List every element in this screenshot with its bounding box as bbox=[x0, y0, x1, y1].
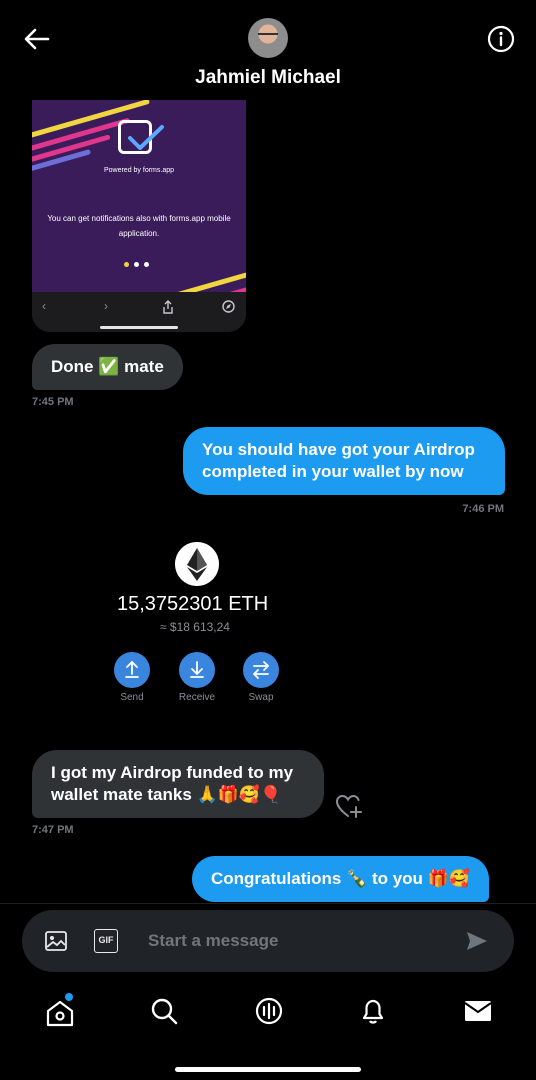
swap-arrows-icon bbox=[252, 661, 270, 679]
fiat-value: ≈ $18 613,24 bbox=[160, 620, 230, 634]
home-indicator bbox=[175, 1067, 361, 1072]
communities-icon[interactable] bbox=[254, 996, 284, 1026]
share-icon bbox=[163, 300, 173, 314]
message-bubble-incoming[interactable]: I got my Airdrop funded to my wallet mat… bbox=[32, 750, 324, 818]
contact-name[interactable]: Jahmiel Michael bbox=[0, 67, 536, 89]
browser-toolbar: ‹ › bbox=[32, 292, 246, 332]
checkmark-icon bbox=[128, 125, 164, 150]
send-label: Send bbox=[120, 692, 144, 703]
eth-amount: 15,3752301 ETH bbox=[117, 593, 269, 615]
message-bubble-outgoing[interactable]: You should have got your Airdrop complet… bbox=[183, 427, 505, 495]
message-time: 7:45 PM bbox=[32, 396, 74, 408]
heart-plus-icon[interactable] bbox=[335, 793, 363, 819]
swap-label: Swap bbox=[248, 692, 274, 703]
conversation-header: Jahmiel Michael bbox=[0, 0, 536, 100]
download-arrow-icon bbox=[190, 661, 204, 678]
receive-label: Receive bbox=[178, 692, 216, 703]
message-composer: GIF bbox=[22, 910, 514, 972]
receive-button[interactable] bbox=[179, 652, 215, 688]
swap-button[interactable] bbox=[243, 652, 279, 688]
message-bubble-incoming[interactable]: Done ✅ mate bbox=[32, 344, 183, 390]
send-button[interactable] bbox=[114, 652, 150, 688]
bottom-tab-bar bbox=[0, 984, 536, 1080]
shared-screenshot-image[interactable]: Powered by forms.app You can get notific… bbox=[32, 100, 246, 332]
notification-badge bbox=[65, 993, 73, 1001]
notification-text: You can get notifications also with form… bbox=[47, 214, 231, 238]
home-icon[interactable] bbox=[45, 998, 75, 1028]
shot-home-indicator bbox=[100, 326, 178, 329]
info-circle-icon[interactable] bbox=[486, 24, 516, 54]
bell-icon[interactable] bbox=[358, 996, 388, 1026]
image-icon[interactable] bbox=[44, 929, 68, 953]
message-time: 7:46 PM bbox=[462, 503, 504, 515]
powered-by-text: Powered by forms.app bbox=[103, 167, 175, 174]
page-dots bbox=[124, 254, 156, 267]
ethereum-icon bbox=[175, 542, 219, 586]
chevron-left-icon: ‹ bbox=[42, 299, 46, 313]
compass-icon bbox=[222, 300, 235, 313]
message-bubble-outgoing[interactable]: Congratulations 🍾 to you 🎁🥰 bbox=[192, 856, 489, 902]
search-icon[interactable] bbox=[149, 996, 179, 1026]
chevron-right-icon: › bbox=[104, 299, 108, 313]
upload-arrow-icon bbox=[125, 660, 139, 678]
message-input[interactable] bbox=[148, 928, 438, 954]
arrow-left-icon[interactable] bbox=[22, 26, 52, 52]
forms-app-screen: Powered by forms.app You can get notific… bbox=[32, 100, 246, 292]
message-time: 7:47 PM bbox=[32, 824, 74, 836]
send-icon[interactable] bbox=[465, 929, 489, 953]
gif-icon[interactable]: GIF bbox=[94, 929, 118, 953]
avatar[interactable] bbox=[248, 18, 288, 58]
mail-icon[interactable] bbox=[463, 996, 493, 1026]
